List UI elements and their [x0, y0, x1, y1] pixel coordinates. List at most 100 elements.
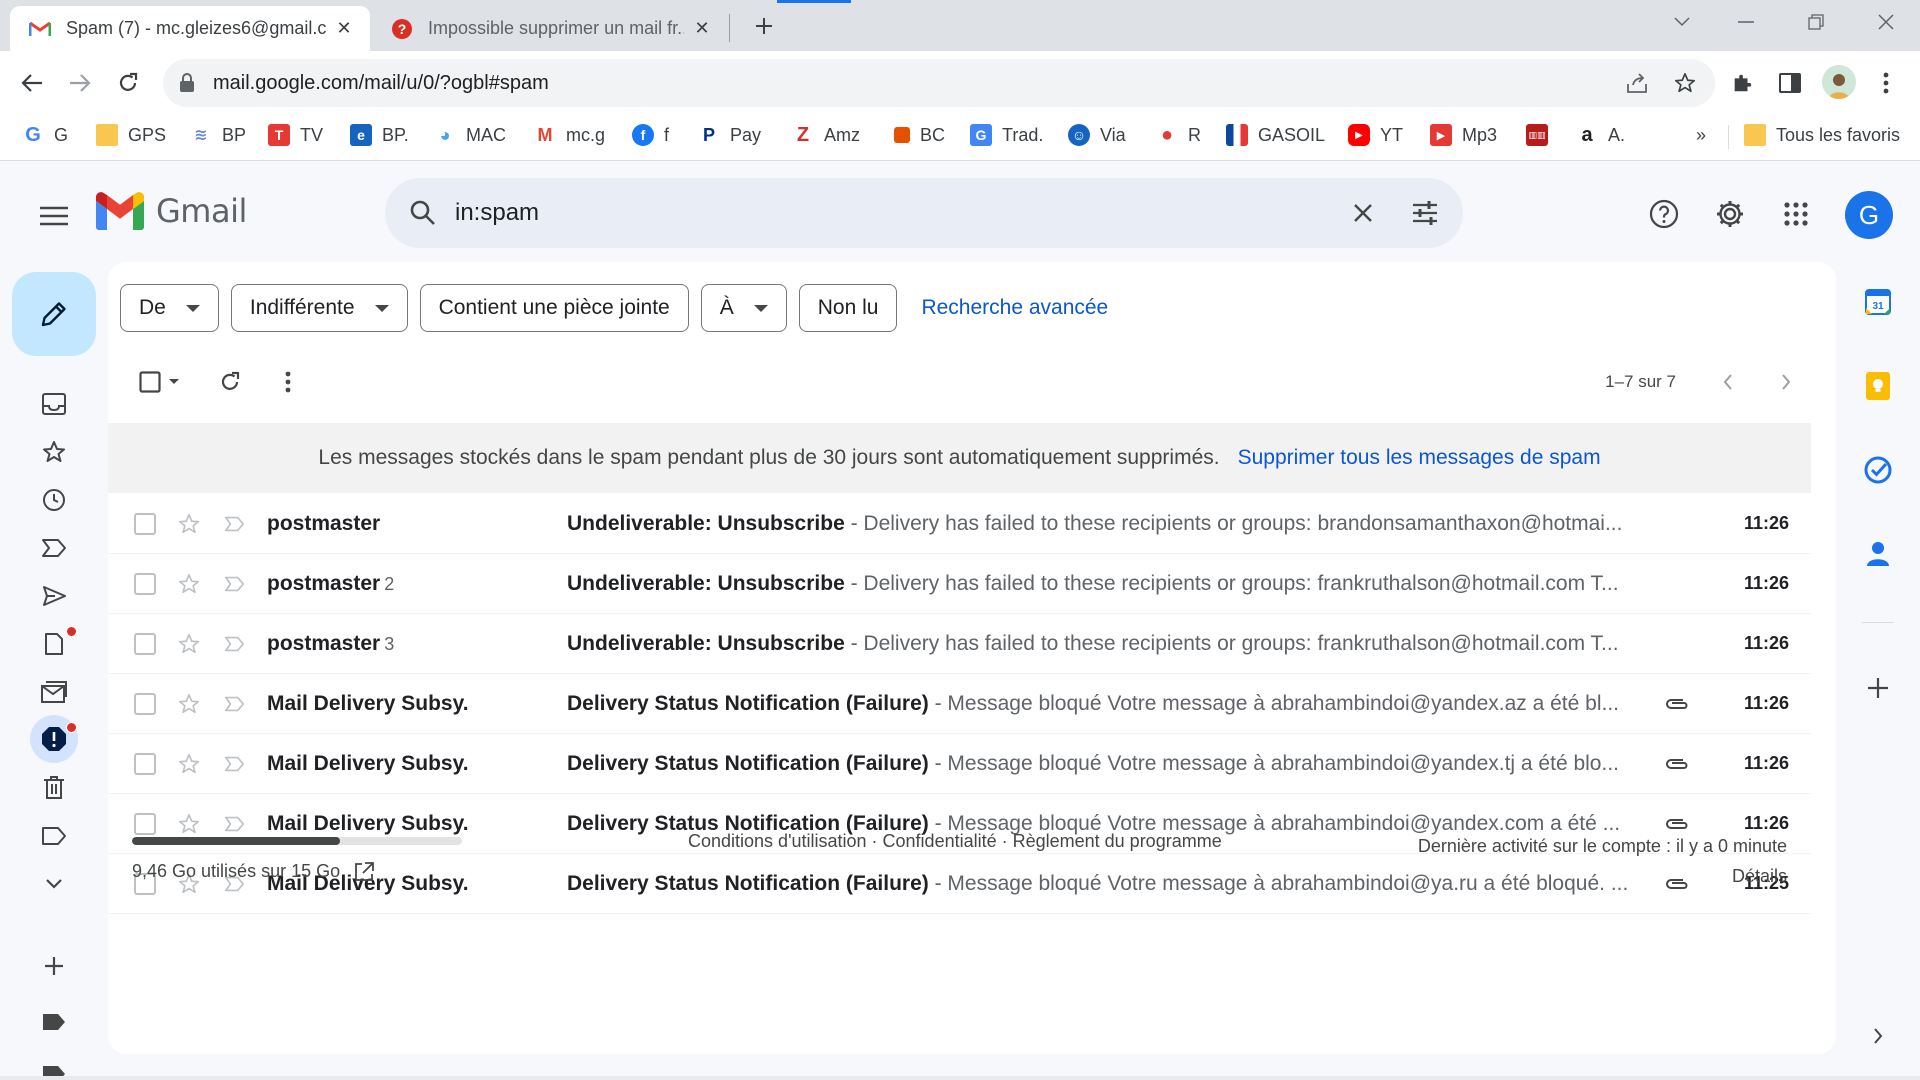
star-icon[interactable]	[176, 751, 202, 777]
footer-policy-links[interactable]: Conditions d'utilisation · Confidentiali…	[688, 831, 1222, 852]
bookmark-bc[interactable]: BC	[894, 115, 945, 155]
importance-marker-icon[interactable]	[222, 511, 248, 537]
show-side-panel-chevron-icon[interactable]	[1858, 1016, 1898, 1056]
open-external-icon[interactable]	[354, 861, 375, 882]
close-tab-icon[interactable]: ✕	[690, 17, 714, 41]
bookmark-amazon[interactable]: a A.	[1576, 115, 1625, 155]
row-checkbox[interactable]	[134, 632, 156, 655]
clear-search-icon[interactable]	[1339, 189, 1387, 237]
chip-date[interactable]: Indifférente	[230, 284, 408, 332]
search-options-tune-icon[interactable]	[1401, 189, 1449, 237]
star-icon[interactable]	[176, 691, 202, 717]
all-mail-icon[interactable]	[34, 672, 74, 712]
attachment-paperclip-icon[interactable]	[1662, 689, 1692, 719]
forward-arrow-icon[interactable]	[62, 65, 98, 101]
newer-chevron-left-icon[interactable]	[1708, 362, 1748, 402]
bookmark-yt[interactable]: ▶ YT	[1348, 115, 1403, 155]
main-menu-icon[interactable]	[34, 196, 74, 236]
importance-marker-icon[interactable]	[222, 571, 248, 597]
help-support-icon[interactable]	[1640, 190, 1688, 238]
close-tab-icon[interactable]: ✕	[332, 17, 356, 41]
extensions-puzzle-icon[interactable]	[1724, 65, 1760, 101]
bookmark-star-icon[interactable]	[1667, 65, 1703, 101]
delete-all-spam-link[interactable]: Supprimer tous les messages de spam	[1238, 446, 1601, 470]
reload-icon[interactable]	[110, 65, 146, 101]
tasks-icon[interactable]	[1858, 450, 1898, 490]
side-panel-icon[interactable]	[1772, 65, 1808, 101]
create-label-plus-icon[interactable]	[34, 946, 74, 986]
bookmark-amz[interactable]: Z Amz	[792, 115, 860, 155]
more-chevron-down-icon[interactable]	[34, 864, 74, 904]
email-row[interactable]: Mail Delivery Subsy. Delivery Status Not…	[108, 674, 1811, 734]
trash-icon[interactable]	[34, 768, 74, 808]
chip-has-attachment[interactable]: Contient une pièce jointe	[419, 284, 689, 332]
activity-details-link[interactable]: Détails	[1418, 861, 1787, 891]
sent-icon[interactable]	[34, 576, 74, 616]
lock-icon[interactable]	[179, 73, 199, 93]
star-icon[interactable]	[176, 571, 202, 597]
bookmarks-overflow-button[interactable]: »	[1696, 115, 1706, 155]
refresh-icon[interactable]	[210, 362, 250, 402]
important-label-icon[interactable]	[34, 528, 74, 568]
bookmark-mac[interactable]: ◕ MAC	[434, 115, 506, 155]
starred-icon[interactable]	[34, 432, 74, 472]
more-vert-icon[interactable]	[1868, 65, 1904, 101]
advanced-search-link[interactable]: Recherche avancée	[921, 296, 1108, 320]
minimize-icon[interactable]	[1716, 0, 1776, 44]
inbox-icon[interactable]	[34, 384, 74, 424]
bookmark-gasoil[interactable]: GASOIL	[1226, 115, 1325, 155]
label-filled-icon[interactable]	[34, 1002, 74, 1042]
bookmark-trad[interactable]: G Trad.	[970, 115, 1043, 155]
new-tab-plus-icon[interactable]	[748, 10, 780, 42]
gmail-logo[interactable]: Gmail	[96, 192, 247, 230]
bookmark-mcg[interactable]: Mmc.g	[534, 115, 606, 155]
bookmark-mp3[interactable]: ▶ Mp3	[1430, 115, 1497, 155]
address-bar[interactable]: mail.google.com/mail/u/0/?ogbl#spam	[163, 59, 1715, 107]
snoozed-clock-icon[interactable]	[34, 480, 74, 520]
bookmark-bp[interactable]: ≋ BP	[190, 115, 246, 155]
get-addons-plus-icon[interactable]	[1858, 668, 1898, 708]
importance-marker-icon[interactable]	[222, 631, 248, 657]
bookmark-via[interactable]: ☺ Via	[1068, 115, 1126, 155]
bookmark-r[interactable]: ● R	[1156, 115, 1201, 155]
compose-button[interactable]	[12, 272, 96, 356]
contacts-icon[interactable]	[1858, 534, 1898, 574]
row-checkbox[interactable]	[134, 512, 156, 535]
email-row[interactable]: Mail Delivery Subsy. Delivery Status Not…	[108, 734, 1811, 794]
keep-notes-icon[interactable]	[1858, 366, 1898, 406]
tab-search-chevron-icon[interactable]	[1652, 0, 1712, 44]
importance-marker-icon[interactable]	[222, 691, 248, 717]
row-checkbox[interactable]	[134, 752, 156, 775]
label-outline-icon[interactable]	[34, 816, 74, 856]
more-vert-icon[interactable]	[268, 362, 308, 402]
email-row[interactable]: postmaster 3 Undeliverable: Unsubscribe -…	[108, 614, 1811, 674]
row-checkbox[interactable]	[134, 692, 156, 715]
tab-help-article[interactable]: ? Impossible supprimer un mail fr... ✕	[372, 6, 728, 51]
bookmark-gps[interactable]: GPS	[96, 115, 166, 155]
bookmark-tv[interactable]: T TV	[268, 115, 323, 155]
email-row[interactable]: postmaster 2 Undeliverable: Unsubscribe -…	[108, 554, 1811, 614]
bookmark-g[interactable]: GG	[22, 115, 68, 155]
star-icon[interactable]	[176, 511, 202, 537]
bookmark-bp-dot[interactable]: e BP.	[350, 115, 409, 155]
all-bookmarks-folder[interactable]: Tous les favoris	[1744, 115, 1900, 155]
account-avatar[interactable]: G	[1845, 191, 1893, 239]
select-dropdown-caret-icon[interactable]	[164, 362, 184, 402]
row-checkbox[interactable]	[134, 572, 156, 595]
chip-to[interactable]: À	[700, 284, 787, 332]
google-apps-grid-icon[interactable]	[1772, 190, 1820, 238]
search-query-text[interactable]: in:spam	[455, 199, 1339, 227]
restore-window-icon[interactable]	[1786, 0, 1846, 44]
profile-avatar[interactable]	[1822, 65, 1856, 99]
bookmark-news[interactable]: ▥▥	[1526, 115, 1558, 155]
chip-unread[interactable]: Non lu	[798, 284, 898, 332]
back-arrow-icon[interactable]	[14, 65, 50, 101]
search-icon[interactable]	[403, 193, 443, 233]
attachment-paperclip-icon[interactable]	[1662, 749, 1692, 779]
close-window-icon[interactable]	[1856, 0, 1916, 44]
chip-from[interactable]: De	[120, 284, 219, 332]
bookmark-facebook[interactable]: ff	[632, 115, 669, 155]
email-row[interactable]: postmaster Undeliverable: Unsubscribe - …	[108, 494, 1811, 554]
mail-search-bar[interactable]: in:spam	[385, 178, 1463, 248]
settings-gear-icon[interactable]	[1706, 190, 1754, 238]
